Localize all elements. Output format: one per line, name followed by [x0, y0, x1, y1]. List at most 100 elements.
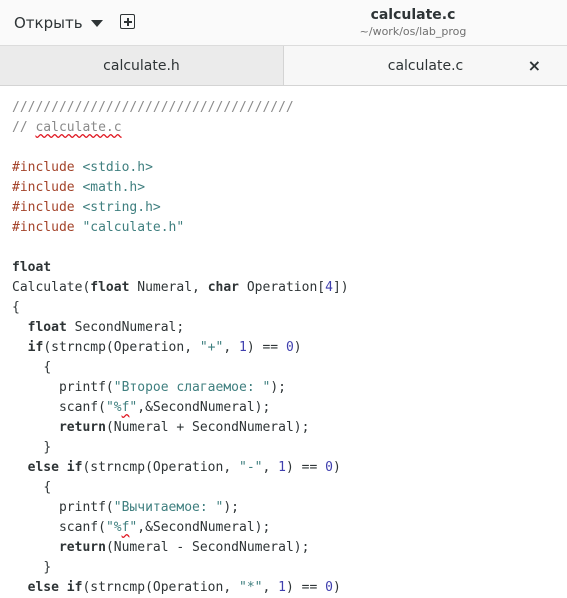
code-line: //////////////////////////////////// [12, 98, 567, 118]
tab-calculate-h[interactable]: calculate.h [0, 46, 284, 85]
string-literal: "-" [239, 460, 262, 475]
code-line: else if(strncmp(Operation, "*", 1) == 0) [12, 578, 567, 598]
code-text: ) == [286, 460, 325, 475]
comment-text: // [12, 120, 35, 135]
code-text: ,&SecondNumeral); [137, 520, 270, 535]
number-literal: 1 [278, 580, 286, 595]
include-path: <math.h> [82, 180, 145, 195]
code-text: printf( [59, 380, 114, 395]
preprocessor-directive: #include [12, 200, 75, 215]
window-title: calculate.c [300, 6, 526, 24]
code-editor[interactable]: //////////////////////////////////// // … [0, 86, 567, 596]
keyword: else [28, 460, 59, 475]
comment-text: calculate.c [35, 120, 121, 135]
code-text: { [43, 480, 51, 495]
code-line: return(Numeral - SecondNumeral); [12, 538, 567, 558]
code-text: ) [333, 580, 341, 595]
string-literal: "Вычитаемое: " [114, 500, 224, 515]
code-line: scanf("%f",&SecondNumeral); [12, 518, 567, 538]
preprocessor-directive: #include [12, 220, 75, 235]
code-line: { [12, 478, 567, 498]
keyword: if [28, 340, 44, 355]
code-line: } [12, 558, 567, 578]
quote-char: " [106, 520, 114, 535]
code-text: } [43, 440, 51, 455]
code-line: float [12, 258, 567, 278]
keyword: return [59, 420, 106, 435]
string-literal: "*" [239, 580, 262, 595]
code-line: #include "calculate.h" [12, 218, 567, 238]
number-literal: 1 [239, 340, 247, 355]
type-keyword: char [208, 280, 239, 295]
type-keyword: float [90, 280, 129, 295]
window-subtitle: ~/work/os/lab_prog [300, 24, 526, 40]
code-text: , [262, 580, 278, 595]
code-text: Calculate( [12, 280, 90, 295]
code-text: SecondNumeral; [67, 320, 184, 335]
code-text: ) [294, 340, 302, 355]
code-text: , [262, 460, 278, 475]
preprocessor-directive: #include [12, 180, 75, 195]
comment-text: //////////////////////////////////// [12, 100, 294, 115]
keyword: else [28, 580, 59, 595]
tab-label: calculate.c [388, 58, 463, 74]
open-button-label: Открыть [14, 14, 83, 32]
number-literal: 0 [286, 340, 294, 355]
code-text: printf( [59, 500, 114, 515]
number-literal: 0 [325, 460, 333, 475]
string-literal: "+" [200, 340, 223, 355]
code-line: Calculate(float Numeral, char Operation[… [12, 278, 567, 298]
code-line: { [12, 298, 567, 318]
tab-calculate-c[interactable]: calculate.c × [284, 46, 567, 85]
string-literal: "Второе слагаемое: " [114, 380, 271, 395]
code-text: scanf( [59, 520, 106, 535]
code-line [12, 138, 567, 158]
code-line: else if(strncmp(Operation, "-", 1) == 0) [12, 458, 567, 478]
window-title-box: calculate.c ~/work/os/lab_prog [300, 6, 526, 40]
code-text: Operation[ [239, 280, 325, 295]
preprocessor-directive: #include [12, 160, 75, 175]
code-text: scanf( [59, 400, 106, 415]
code-text: (strncmp(Operation, [82, 580, 239, 595]
open-button[interactable]: Открыть [14, 12, 103, 34]
code-text: ) == [247, 340, 286, 355]
keyword: if [67, 460, 83, 475]
code-line: // calculate.c [12, 118, 567, 138]
type-keyword: float [28, 320, 67, 335]
code-text: , [223, 340, 239, 355]
code-text: (strncmp(Operation, [82, 460, 239, 475]
type-keyword: float [12, 260, 51, 275]
keyword: return [59, 540, 106, 555]
number-literal: 1 [278, 460, 286, 475]
string-literal: "%f" [106, 520, 137, 535]
code-text: (strncmp(Operation, [43, 340, 200, 355]
new-tab-icon[interactable] [120, 14, 135, 29]
code-text: ]) [333, 280, 349, 295]
code-text: { [12, 300, 20, 315]
code-text: Numeral, [129, 280, 207, 295]
code-line: #include <stdio.h> [12, 158, 567, 178]
code-line: return(Numeral + SecondNumeral); [12, 418, 567, 438]
tab-bar: calculate.h calculate.c × [0, 46, 567, 86]
code-text: ); [270, 380, 286, 395]
header-bar: Открыть calculate.c ~/work/os/lab_prog [0, 0, 567, 46]
include-path: <string.h> [82, 200, 160, 215]
code-text: ) [333, 460, 341, 475]
close-icon[interactable]: × [528, 58, 541, 74]
code-line: scanf("%f",&SecondNumeral); [12, 398, 567, 418]
percent-char: % [114, 400, 122, 415]
code-line: float SecondNumeral; [12, 318, 567, 338]
include-path: "calculate.h" [82, 220, 184, 235]
code-text: ,&SecondNumeral); [137, 400, 270, 415]
number-literal: 0 [325, 580, 333, 595]
code-line: if(strncmp(Operation, "+", 1) == 0) [12, 338, 567, 358]
code-text: { [43, 360, 51, 375]
code-text: } [43, 560, 51, 575]
code-line: { [12, 358, 567, 378]
chevron-down-icon [91, 20, 103, 27]
number-literal: 4 [325, 280, 333, 295]
string-literal: "%f" [106, 400, 137, 415]
code-line [12, 238, 567, 258]
include-path: <stdio.h> [82, 160, 152, 175]
percent-char: % [114, 520, 122, 535]
